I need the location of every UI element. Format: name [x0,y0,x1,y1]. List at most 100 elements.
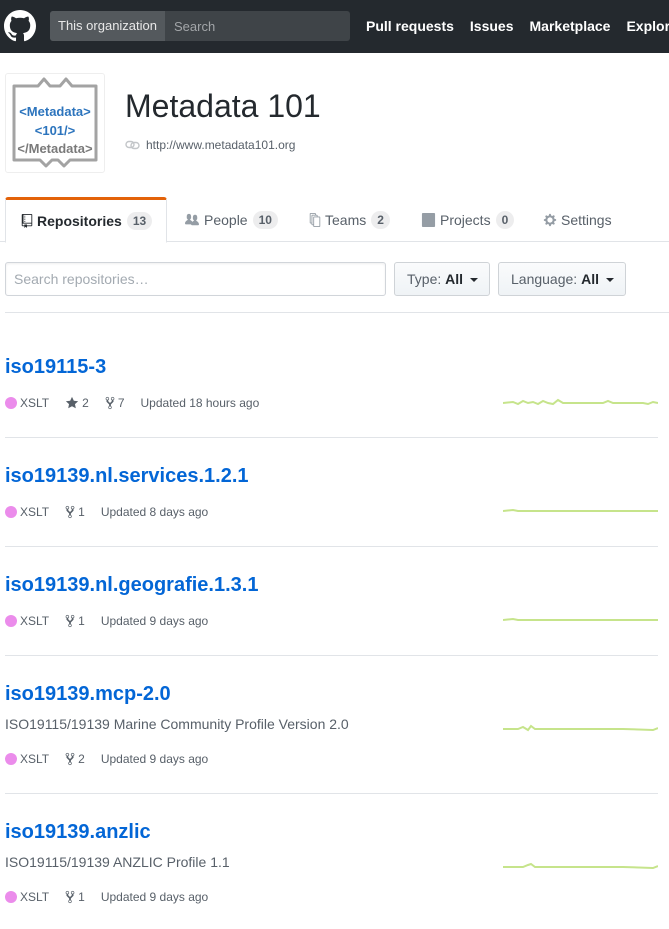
repo-meta: XSLT 1 Updated 9 days ago [5,614,224,628]
activity-sparkline [503,724,658,732]
repo-language: XSLT [5,890,49,904]
forks-count: 2 [78,752,85,766]
teams-icon [309,212,321,227]
header-search-input[interactable] [166,11,350,41]
updated-time: Updated 9 days ago [100,752,209,766]
nav-marketplace[interactable]: Marketplace [530,0,611,53]
repo-item: iso19139.mcp-2.0 ISO19115/19139 Marine C… [5,656,658,794]
org-logo: <Metadata> <101/> </Metadata> [12,77,98,168]
repo-search-input[interactable] [5,262,386,296]
type-filter-button[interactable]: Type: All [394,262,490,296]
svg-text:<Metadata>: <Metadata> [19,104,91,119]
fork-icon [65,890,75,904]
language-label: XSLT [20,890,50,904]
repo-name-link[interactable]: iso19139.anzlic [5,821,151,844]
tab-counter: 2 [371,210,390,229]
repo-item: iso19115-3 XSLT 2 7 Updated 18 hours ago [5,313,658,438]
tab-label: Projects [440,211,491,228]
star-icon [66,396,79,409]
repo-forks-link[interactable]: 7 [105,396,125,410]
org-avatar: <Metadata> <101/> </Metadata> [5,73,105,173]
tab-teams[interactable]: Teams 2 [309,197,390,242]
activity-sparkline [503,398,658,406]
org-tabs: Repositories 13 People 10 Teams 2 Projec… [0,197,669,243]
chevron-down-icon [605,278,614,283]
tab-counter: 10 [252,210,278,229]
repo-name-link[interactable]: iso19139.mcp-2.0 [5,683,171,706]
repo-meta: XSLT 1 Updated 8 days ago [5,505,224,519]
gear-icon [543,213,557,226]
tab-label: People [204,211,248,228]
repo-language: XSLT [5,505,49,519]
updated-time: Updated 18 hours ago [140,396,260,410]
svg-text:<101/>: <101/> [35,123,76,138]
github-logo-icon[interactable] [4,10,36,42]
repo-name-link[interactable]: iso19139.nl.geografie.1.3.1 [5,574,258,597]
chevron-down-icon [469,278,478,283]
repo-meta: XSLT 2 7 Updated 18 hours ago [5,396,275,410]
repo-forks-link[interactable]: 2 [65,752,85,766]
updated-time: Updated 9 days ago [100,614,209,628]
stars-count: 2 [82,396,89,410]
nav-pull-requests[interactable]: Pull requests [366,0,454,53]
language-label: XSLT [20,752,50,766]
tab-repositories[interactable]: Repositories 13 [5,197,168,243]
language-filter-value: All [581,271,599,287]
tab-projects[interactable]: Projects 0 [421,197,515,242]
link-icon [125,140,140,150]
repo-forks-link[interactable]: 1 [65,614,85,628]
activity-sparkline [503,508,658,512]
activity-sparkline [503,617,658,621]
forks-count: 1 [78,505,85,519]
repo-name-link[interactable]: iso19139.nl.services.1.2.1 [5,465,249,488]
repo-item: iso19139.nl.geografie.1.3.1 XSLT 1 Updat… [5,547,658,656]
repo-language: XSLT [5,752,49,766]
forks-count: 1 [78,890,85,904]
fork-icon [105,396,115,410]
repo-language: XSLT [5,614,49,628]
type-filter-label: Type: [407,271,442,287]
language-filter-label: Language: [511,271,578,287]
language-label: XSLT [20,614,50,628]
tab-people[interactable]: People 10 [184,197,278,242]
updated-time: Updated 8 days ago [100,505,209,519]
activity-sparkline [503,862,658,870]
org-name: Metadata 101 [125,88,321,124]
language-color-dot [5,397,17,409]
search-scope-label[interactable]: This organization [50,11,165,41]
tab-label: Settings [561,211,612,228]
repo-name-link[interactable]: iso19115-3 [5,356,106,379]
updated-time: Updated 9 days ago [100,890,209,904]
fork-icon [65,505,75,519]
tab-counter: 0 [495,210,515,229]
nav-explore[interactable]: Explore [626,0,669,53]
language-color-dot [5,891,17,903]
language-filter-button[interactable]: Language: All [498,262,626,296]
org-website-link[interactable]: http://www.metadata101.org [146,138,295,152]
tab-counter: 13 [126,212,153,230]
repo-icon [21,214,33,228]
repo-forks-link[interactable]: 1 [65,890,85,904]
language-color-dot [5,753,17,765]
language-label: XSLT [20,505,50,519]
svg-text:</Metadata>: </Metadata> [17,141,93,156]
repo-item: iso19139.anzlic ISO19115/19139 ANZLIC Pr… [5,794,658,929]
forks-count: 7 [117,396,125,410]
repo-forks-link[interactable]: 1 [65,505,85,519]
header-nav: Pull requests Issues Marketplace Explore [366,0,669,53]
repo-description: ISO19115/19139 ANZLIC Profile 1.1 [5,854,230,870]
forks-count: 1 [78,614,85,628]
global-header: This organization Pull requests Issues M… [0,0,669,53]
type-filter-value: All [445,271,464,287]
repo-item: iso19139.nl.services.1.2.1 XSLT 1 Update… [5,438,658,547]
fork-icon [65,614,75,628]
tab-label: Repositories [37,213,122,229]
tab-settings[interactable]: Settings [543,197,612,242]
project-icon [421,212,436,227]
header-search: This organization [50,11,350,41]
nav-issues[interactable]: Issues [470,0,514,53]
repo-language: XSLT [5,396,49,410]
repo-stars-link[interactable]: 2 [65,396,89,410]
tab-label: Teams [325,211,367,228]
language-label: XSLT [20,396,50,410]
